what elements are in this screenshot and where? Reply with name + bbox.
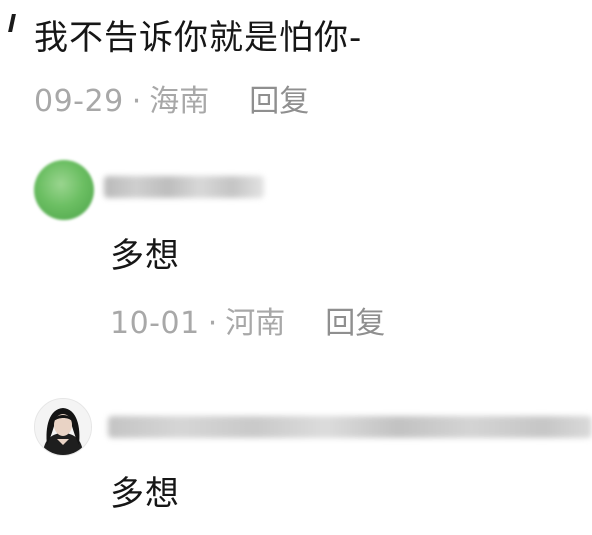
avatar-portrait-icon [35, 399, 91, 455]
comment-meta-2: 10-01 · 河南 回复 [110, 306, 385, 342]
username-blurred[interactable] [104, 176, 264, 198]
comment-thread: 我不告诉你就是怕你- 09-29 · 海南 回复 多想 10-01 · 河南 回复 多想 [0, 0, 592, 535]
comment-date: 09-29 [34, 84, 124, 119]
comment-text-1: 我不告诉你就是怕你- [34, 18, 363, 58]
username-blurred[interactable] [108, 416, 592, 438]
user-avatar[interactable] [34, 398, 92, 456]
comment-location: 海南 [149, 84, 210, 119]
quote-mark [8, 14, 16, 32]
meta-separator: · [131, 84, 142, 119]
comment-location: 河南 [225, 306, 286, 341]
user-avatar[interactable] [34, 160, 94, 220]
reply-button[interactable]: 回复 [325, 306, 385, 342]
meta-separator: · [207, 306, 218, 341]
comment-date: 10-01 [110, 306, 200, 341]
comment-text-3: 多想 [110, 474, 180, 514]
comment-meta-1: 09-29 · 海南 回复 [34, 84, 309, 120]
reply-button[interactable]: 回复 [249, 84, 309, 120]
comment-text-2: 多想 [110, 236, 180, 276]
